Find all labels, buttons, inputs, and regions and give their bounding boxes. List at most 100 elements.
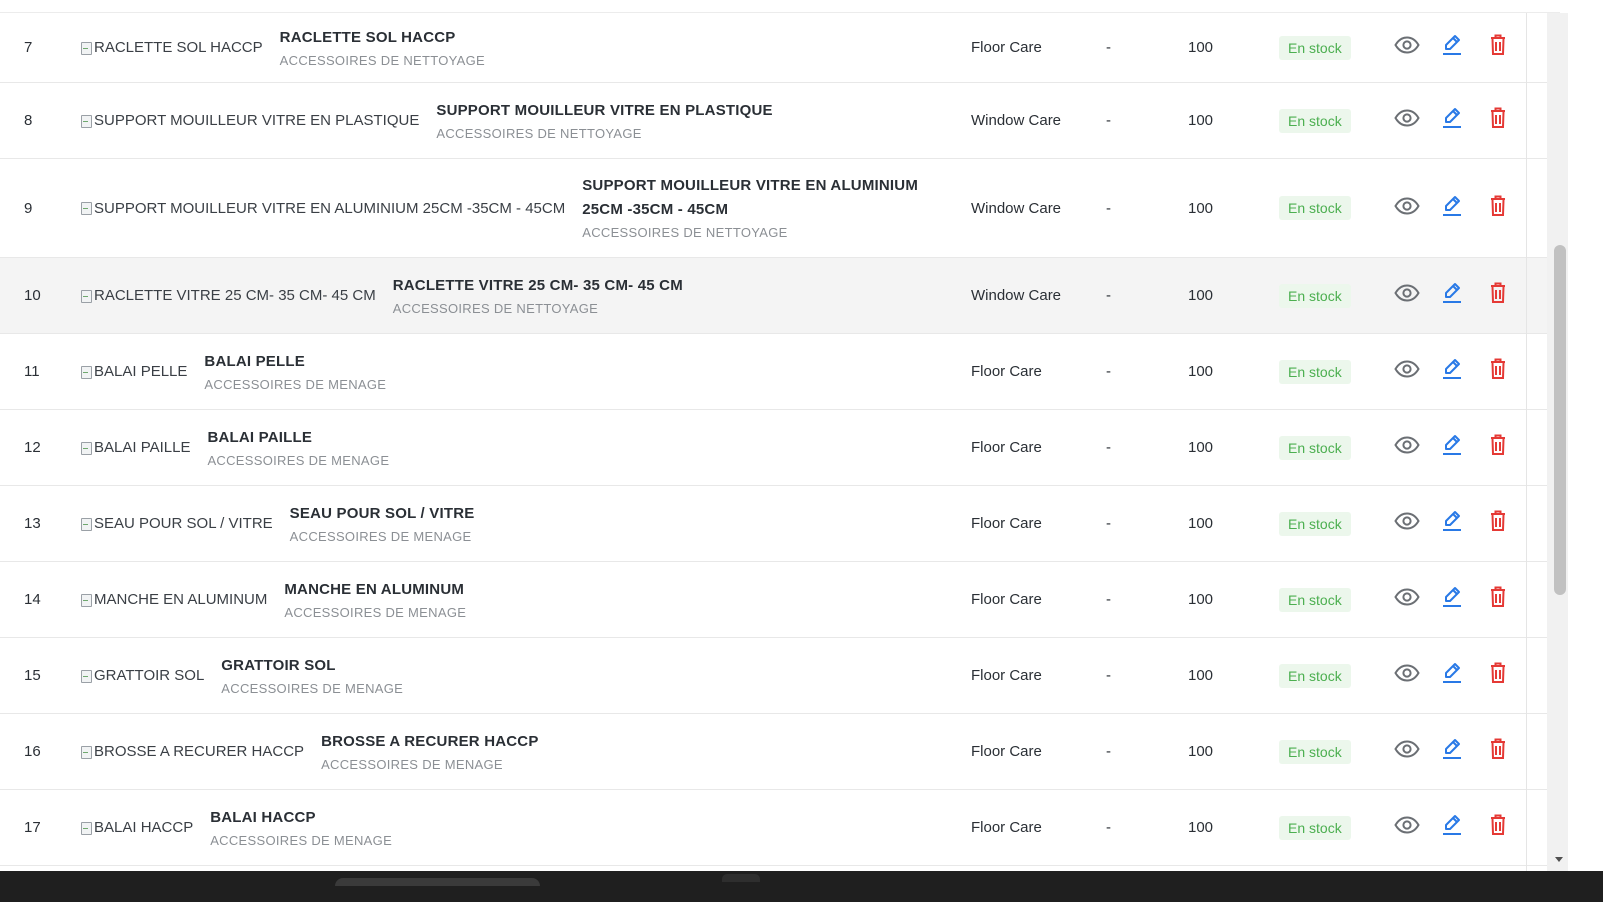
product-image[interactable]: RACLETTE SOL HACCP [80, 39, 263, 56]
product-type: Floor Care [971, 591, 1042, 608]
status-badge: En stock [1279, 587, 1351, 612]
product-name[interactable]: BALAI PAILLE [207, 426, 389, 449]
product-image[interactable]: SEAU POUR SOL / VITRE [80, 515, 273, 532]
trash-icon[interactable] [1490, 814, 1506, 841]
product-type: Window Care [971, 199, 1062, 217]
pencil-icon[interactable] [1442, 358, 1462, 385]
trash-icon[interactable] [1490, 586, 1506, 613]
product-reference: - [1106, 287, 1111, 304]
table-row: 15 GRATTOIR SOL GRATTOIR SOL ACCESSOIRES… [0, 638, 1560, 714]
product-quantity: 100 [1188, 515, 1214, 532]
product-quantity: 100 [1188, 667, 1214, 684]
table-top-edge [0, 0, 1560, 13]
product-image[interactable]: MANCHE EN ALUMINUM [80, 591, 267, 608]
table-row: 7 RACLETTE SOL HACCP RACLETTE SOL HACCP … [0, 13, 1560, 83]
product-image[interactable]: BALAI PAILLE [80, 439, 190, 456]
eye-icon[interactable] [1394, 740, 1420, 763]
product-names: SEAU POUR SOL / VITRE ACCESSOIRES DE MEN… [290, 502, 475, 546]
pencil-icon[interactable] [1442, 195, 1462, 222]
product-quantity: 100 [1188, 439, 1214, 456]
scroll-down-arrow-icon[interactable] [1555, 857, 1563, 862]
eye-icon[interactable] [1394, 436, 1420, 459]
products-table: 7 RACLETTE SOL HACCP RACLETTE SOL HACCP … [0, 13, 1560, 866]
product-names: SUPPORT MOUILLEUR VITRE EN ALUMINIUM 25C… [582, 174, 918, 242]
product-image[interactable]: BALAI PELLE [80, 363, 187, 380]
pencil-icon[interactable] [1442, 510, 1462, 537]
product-reference: - [1106, 667, 1111, 684]
product-reference: - [1106, 439, 1111, 456]
eye-icon[interactable] [1394, 512, 1420, 535]
eye-icon[interactable] [1394, 360, 1420, 383]
eye-icon[interactable] [1394, 816, 1420, 839]
table-row: 17 BALAI HACCP BALAI HACCP ACCESSOIRES D… [0, 790, 1560, 866]
product-quantity: 100 [1188, 199, 1214, 217]
eye-icon[interactable] [1394, 664, 1420, 687]
table-row: 16 BROSSE A RECURER HACCP BROSSE A RECUR… [0, 714, 1560, 790]
table-row: 10 RACLETTE VITRE 25 CM- 35 CM- 45 CM RA… [0, 258, 1560, 334]
pencil-icon[interactable] [1442, 814, 1462, 841]
product-cell: SUPPORT MOUILLEUR VITRE EN PLASTIQUE SUP… [80, 99, 971, 143]
trash-icon[interactable] [1490, 738, 1506, 765]
product-name[interactable]: GRATTOIR SOL [221, 654, 403, 677]
pencil-icon[interactable] [1442, 738, 1462, 765]
trash-icon[interactable] [1490, 662, 1506, 689]
product-image[interactable]: SUPPORT MOUILLEUR VITRE EN PLASTIQUE [80, 112, 419, 129]
product-name[interactable]: RACLETTE VITRE 25 CM- 35 CM- 45 CM [393, 274, 683, 297]
product-name[interactable]: BALAI HACCP [210, 806, 392, 829]
product-type: Floor Care [971, 667, 1042, 684]
trash-icon[interactable] [1490, 282, 1506, 309]
taskbar-item[interactable] [335, 878, 540, 886]
broken-image-icon [80, 517, 92, 531]
product-category: ACCESSOIRES DE MENAGE [321, 756, 503, 772]
product-name[interactable]: SUPPORT MOUILLEUR VITRE EN PLASTIQUE [436, 99, 772, 122]
product-image[interactable]: BALAI HACCP [80, 819, 193, 836]
trash-icon[interactable] [1490, 510, 1506, 537]
eye-icon[interactable] [1394, 284, 1420, 307]
product-names: BALAI PAILLE ACCESSOIRES DE MENAGE [207, 426, 389, 470]
pencil-icon[interactable] [1442, 662, 1462, 689]
product-category: ACCESSOIRES DE MENAGE [289, 528, 472, 544]
product-name[interactable]: SEAU POUR SOL / VITRE [290, 502, 475, 525]
product-image[interactable]: SUPPORT MOUILLEUR VITRE EN ALUMINIUM 25C… [80, 200, 565, 217]
product-names: BALAI PELLE ACCESSOIRES DE MENAGE [204, 350, 386, 394]
pencil-icon[interactable] [1442, 282, 1462, 309]
scrollbar-thumb[interactable] [1554, 245, 1566, 595]
trash-icon[interactable] [1490, 34, 1506, 61]
taskbar-item[interactable] [722, 874, 760, 882]
product-type: Floor Care [971, 743, 1042, 760]
row-actions [1385, 358, 1506, 385]
pencil-icon[interactable] [1442, 434, 1462, 461]
eye-icon[interactable] [1394, 109, 1420, 132]
trash-icon[interactable] [1490, 434, 1506, 461]
product-name-line2[interactable]: 25CM -35CM - 45CM [582, 198, 918, 221]
broken-image-icon [80, 593, 92, 607]
product-quantity: 100 [1188, 39, 1214, 56]
trash-icon[interactable] [1490, 195, 1506, 222]
trash-icon[interactable] [1490, 358, 1506, 385]
broken-image-icon [80, 365, 92, 379]
product-names: RACLETTE VITRE 25 CM- 35 CM- 45 CM ACCES… [393, 274, 683, 318]
product-image[interactable]: BROSSE A RECURER HACCP [80, 743, 304, 760]
pencil-icon[interactable] [1442, 107, 1462, 134]
product-name[interactable]: RACLETTE SOL HACCP [280, 26, 485, 49]
product-image[interactable]: GRATTOIR SOL [80, 667, 204, 684]
row-actions [1385, 662, 1506, 689]
product-category: ACCESSOIRES DE NETTOYAGE [436, 125, 642, 141]
eye-icon[interactable] [1394, 36, 1420, 59]
trash-icon[interactable] [1490, 107, 1506, 134]
product-name[interactable]: BALAI PELLE [204, 350, 386, 373]
product-type: Floor Care [971, 39, 1042, 56]
eye-icon[interactable] [1394, 196, 1420, 220]
row-actions [1385, 34, 1506, 61]
product-name[interactable]: MANCHE EN ALUMINUM [284, 578, 466, 601]
table-row: 9 SUPPORT MOUILLEUR VITRE EN ALUMINIUM 2… [0, 159, 1560, 258]
product-image[interactable]: RACLETTE VITRE 25 CM- 35 CM- 45 CM [80, 287, 376, 304]
product-name[interactable]: SUPPORT MOUILLEUR VITRE EN ALUMINIUM [582, 174, 918, 197]
product-image-alt: BALAI HACCP [94, 819, 194, 836]
product-name[interactable]: BROSSE A RECURER HACCP [321, 730, 538, 753]
pencil-icon[interactable] [1442, 34, 1462, 61]
row-actions [1385, 586, 1506, 613]
pencil-icon[interactable] [1442, 586, 1462, 613]
product-image-alt: SEAU POUR SOL / VITRE [94, 515, 273, 532]
eye-icon[interactable] [1394, 588, 1420, 611]
